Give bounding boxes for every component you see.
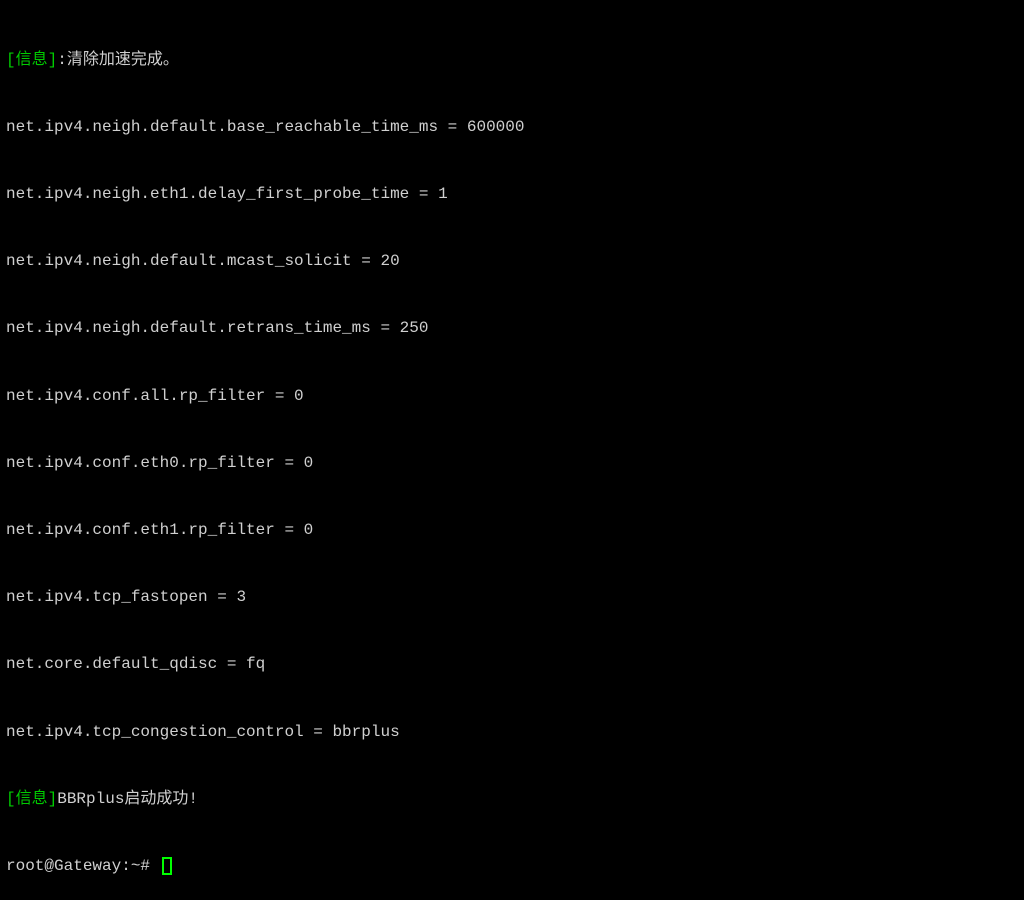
sysctl-line: net.ipv4.conf.all.rp_filter = 0 [6,385,1018,407]
info-line-2: [信息]BBRplus启动成功! [6,788,1018,810]
info-tag: [信息] [6,790,57,808]
prompt-line[interactable]: root@Gateway:~# [6,855,1018,877]
info-message: BBRplus启动成功! [57,790,198,808]
sysctl-line: net.ipv4.tcp_congestion_control = bbrplu… [6,721,1018,743]
sysctl-line: net.ipv4.neigh.default.retrans_time_ms =… [6,317,1018,339]
terminal-window[interactable]: [信息]:清除加速完成。 net.ipv4.neigh.default.base… [6,4,1018,900]
info-message: :清除加速完成。 [57,51,179,69]
sysctl-line: net.ipv4.neigh.eth1.delay_first_probe_ti… [6,183,1018,205]
sysctl-line: net.ipv4.conf.eth1.rp_filter = 0 [6,519,1018,541]
shell-prompt: root@Gateway:~# [6,855,160,877]
info-tag: [信息] [6,51,57,69]
sysctl-line: net.ipv4.tcp_fastopen = 3 [6,586,1018,608]
sysctl-line: net.ipv4.neigh.default.base_reachable_ti… [6,116,1018,138]
info-line-1: [信息]:清除加速完成。 [6,49,1018,71]
sysctl-line: net.core.default_qdisc = fq [6,653,1018,675]
sysctl-line: net.ipv4.conf.eth0.rp_filter = 0 [6,452,1018,474]
sysctl-line: net.ipv4.neigh.default.mcast_solicit = 2… [6,250,1018,272]
cursor-icon [162,857,172,875]
